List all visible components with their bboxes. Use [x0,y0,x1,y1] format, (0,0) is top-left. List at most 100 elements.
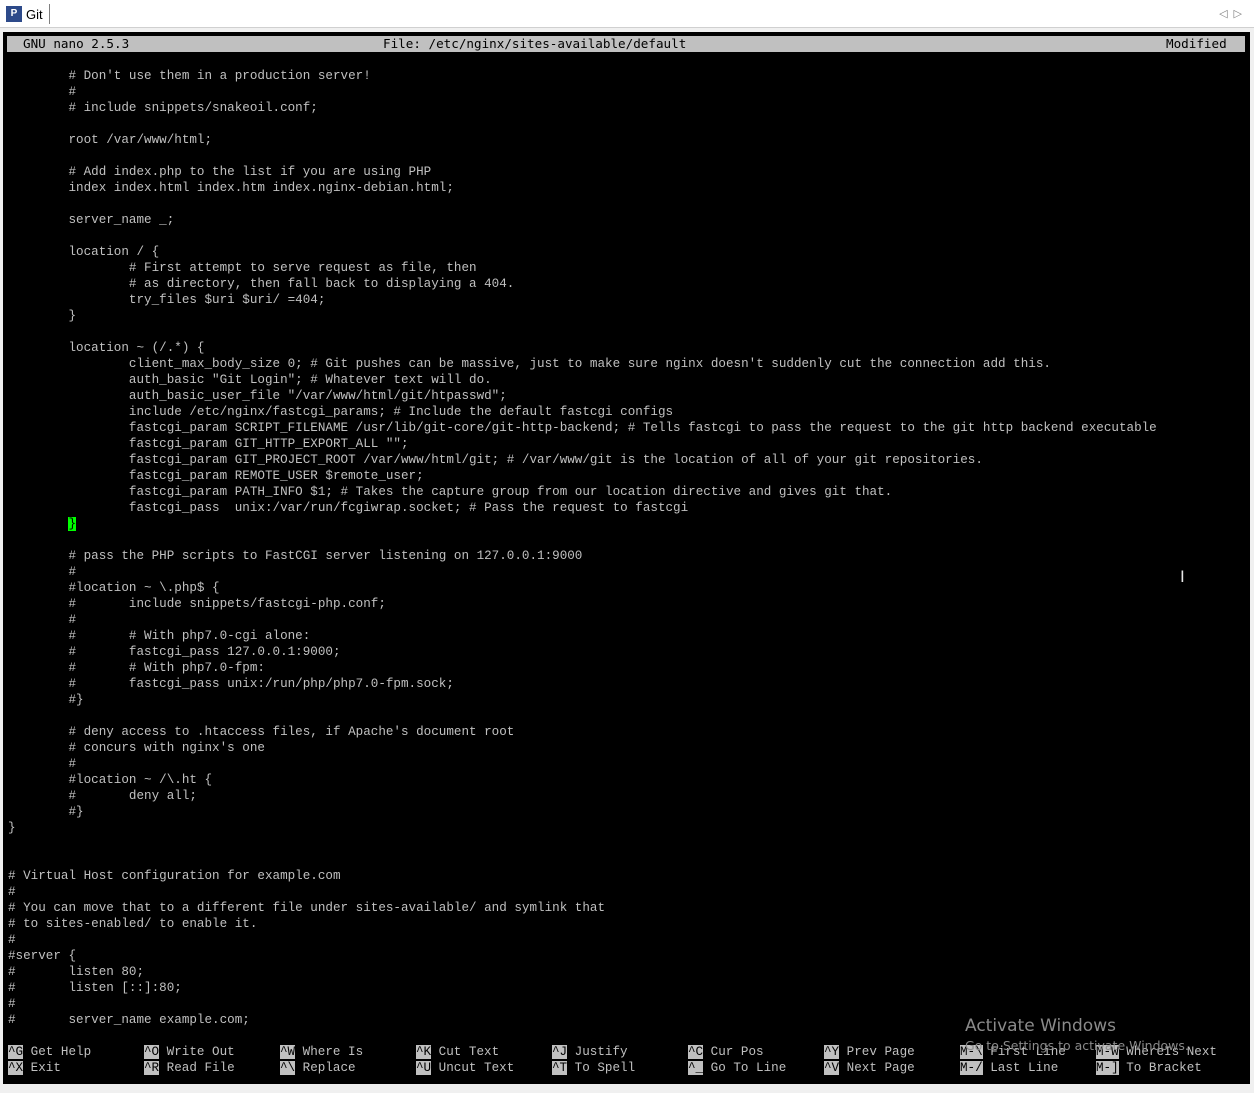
shortcut-key: ^T [552,1061,568,1075]
editor-line: # include snippets/fastcgi-php.conf; [8,597,386,611]
shortcut-label: Where Is [295,1045,364,1059]
shortcut-go-to-line[interactable]: ^_ Go To Line [688,1060,786,1076]
editor-line: # Virtual Host configuration for example… [8,869,341,883]
editor-line: # First attempt to serve request as file… [8,261,477,275]
editor-line: # Don't use them in a production server! [8,69,371,83]
editor-line: include /etc/nginx/fastcgi_params; # Inc… [8,405,674,419]
editor-line: auth_basic "Git Login"; # Whatever text … [8,373,492,387]
watermark-title: Activate Windows [965,1016,1116,1036]
editor-line: # [8,565,77,579]
shortcut-uncut-text[interactable]: ^U Uncut Text [416,1060,514,1076]
shortcut-to-spell[interactable]: ^T To Spell [552,1060,635,1076]
shortcut-label: Exit [23,1061,61,1075]
editor-line: # You can move that to a different file … [8,901,606,915]
tab-label: Git [26,6,43,22]
shortcut-key: ^\ [280,1061,296,1075]
shortcut-label: Uncut Text [431,1061,515,1075]
editor-line: # [8,885,16,899]
editor-line: # listen [::]:80; [8,981,182,995]
nano-modified-status: Modified [1166,36,1227,51]
shortcut-key: M-/ [960,1061,983,1075]
shortcut-label: Go To Line [703,1061,787,1075]
shortcut-label: Justify [567,1045,628,1059]
text-cursor: } [68,517,77,531]
shortcut-key: M-] [1096,1061,1119,1075]
editor-line: #} [8,805,84,819]
shortcut-last-line[interactable]: M-/ Last Line [960,1060,1058,1076]
shortcut-label: Last Line [982,1061,1059,1075]
shortcut-key: ^X [8,1061,24,1075]
shortcut-label: Cur Pos [703,1045,764,1059]
editor-line: try_files $uri $uri/ =404; [8,293,326,307]
editor-line: #server { [8,949,77,963]
editor-line: # fastcgi_pass unix:/run/php/php7.0-fpm.… [8,677,454,691]
shortcut-key: ^J [552,1045,568,1059]
shortcut-replace[interactable]: ^\ Replace [280,1060,356,1076]
editor-line: # Add index.php to the list if you are u… [8,165,432,179]
terminal-window[interactable]: GNU nano 2.5.3 File: /etc/nginx/sites-av… [3,32,1250,1084]
editor-line: location / { [8,245,160,259]
shortcut-justify[interactable]: ^J Justify [552,1044,628,1060]
shortcut-key: ^O [144,1045,160,1059]
editor-line: client_max_body_size 0; # Git pushes can… [8,357,1051,371]
nano-filename: File: /etc/nginx/sites-available/default [383,36,687,51]
editor-line: # [8,613,77,627]
shortcut-key: ^K [416,1045,432,1059]
tab-scroll-arrows-icon[interactable]: ◁▷ [1219,7,1248,20]
editor-line: auth_basic_user_file "/var/www/html/git/… [8,389,507,403]
shortcut-key: ^_ [688,1061,704,1075]
activate-windows-watermark: Activate Windows Go to Settings to activ… [965,1016,1189,1053]
shortcut-get-help[interactable]: ^G Get Help [8,1044,91,1060]
shortcut-write-out[interactable]: ^O Write Out [144,1044,235,1060]
shortcut-cur-pos[interactable]: ^C Cur Pos [688,1044,764,1060]
editor-text-area[interactable]: # Don't use them in a production server!… [8,68,1248,1028]
text-cursor-ibeam-icon: I [1180,567,1185,586]
editor-line: } [8,821,16,835]
editor-line: # to sites-enabled/ to enable it. [8,917,258,931]
shortcut-label: To Bracket [1118,1061,1202,1075]
editor-line: server_name _; [8,213,175,227]
shortcut-where-is[interactable]: ^W Where Is [280,1044,363,1060]
editor-line: location ~ (/.*) { [8,341,205,355]
editor-line: # deny all; [8,789,197,803]
editor-line: fastcgi_param SCRIPT_FILENAME /usr/lib/g… [8,421,1157,435]
editor-line: fastcgi_param PATH_INFO $1; # Takes the … [8,485,893,499]
shortcut-exit[interactable]: ^X Exit [8,1060,61,1076]
shortcut-prev-page[interactable]: ^Y Prev Page [824,1044,915,1060]
editor-line: # as directory, then fall back to displa… [8,277,515,291]
shortcut-key: ^R [144,1061,160,1075]
shortcut-key: ^U [416,1061,432,1075]
editor-line: # # With php7.0-cgi alone: [8,629,311,643]
editor-line: # [8,997,16,1011]
nano-title-bar: GNU nano 2.5.3 File: /etc/nginx/sites-av… [7,36,1245,52]
shortcut-next-page[interactable]: ^V Next Page [824,1060,915,1076]
shortcut-label: Read File [159,1061,235,1075]
editor-line: #} [8,693,84,707]
shortcut-key: ^W [280,1045,296,1059]
editor-line: # server_name example.com; [8,1013,250,1027]
editor-line: #location ~ \.php$ { [8,581,220,595]
shortcut-key: ^Y [824,1045,840,1059]
shortcut-label: Cut Text [431,1045,500,1059]
shortcut-read-file[interactable]: ^R Read File [144,1060,235,1076]
shortcut-cut-text[interactable]: ^K Cut Text [416,1044,499,1060]
editor-line: fastcgi_pass unix:/var/run/fcgiwrap.sock… [8,501,689,515]
shortcut-key: ^V [824,1061,840,1075]
editor-line: fastcgi_param GIT_HTTP_EXPORT_ALL ""; [8,437,409,451]
shortcut-to-bracket[interactable]: M-] To Bracket [1096,1060,1202,1076]
shortcut-label: Write Out [159,1045,235,1059]
editor-line: #location ~ /\.ht { [8,773,213,787]
nano-version: GNU nano 2.5.3 [23,36,130,51]
editor-line: # [8,85,77,99]
shortcut-label: To Spell [567,1061,636,1075]
editor-line: fastcgi_param REMOTE_USER $remote_user; [8,469,424,483]
shortcut-key: ^C [688,1045,704,1059]
editor-line: # fastcgi_pass 127.0.0.1:9000; [8,645,341,659]
shortcut-label: Get Help [23,1045,92,1059]
shortcut-label: Next Page [839,1061,915,1075]
editor-line: # deny access to .htaccess files, if Apa… [8,725,515,739]
editor-line: fastcgi_param GIT_PROJECT_ROOT /var/www/… [8,453,983,467]
editor-line: # pass the PHP scripts to FastCGI server… [8,549,583,563]
tab-git[interactable]: P Git [4,4,50,24]
tab-bar: P Git ◁▷ [0,0,1254,28]
